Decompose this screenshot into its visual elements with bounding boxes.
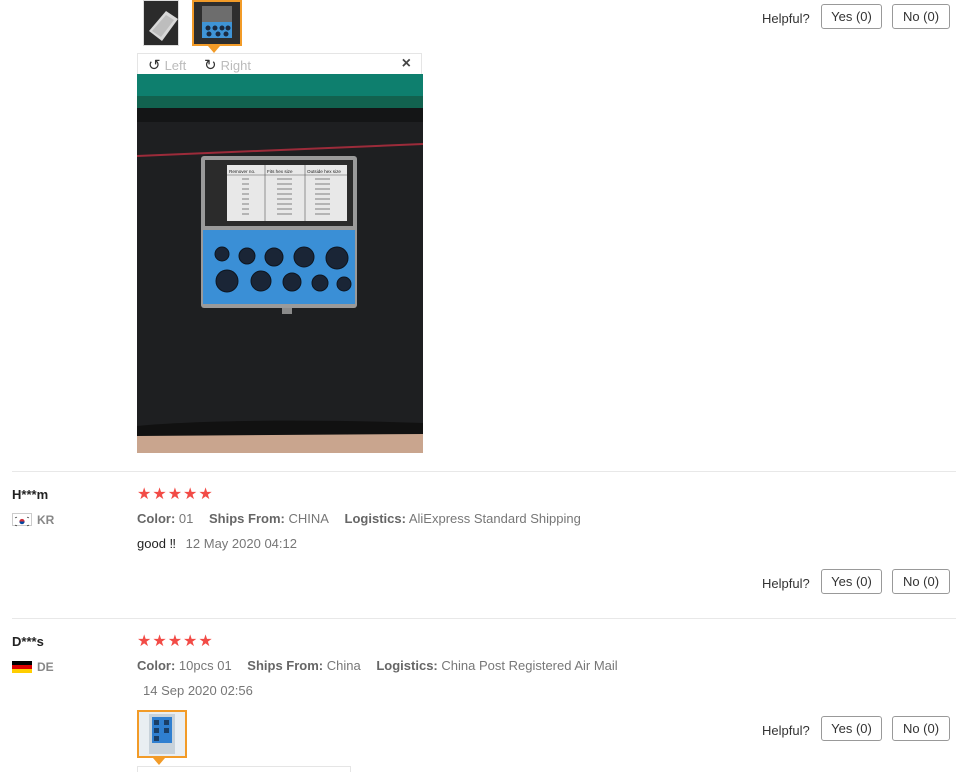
rotate-right-icon: ↻: [204, 57, 217, 74]
helpful-label: Helpful?: [762, 723, 810, 738]
review-separator: [12, 471, 956, 472]
reviewer-name: H***m: [12, 487, 49, 502]
logistics-value: AliExpress Standard Shipping: [408, 511, 581, 526]
review-photo-thumb-2[interactable]: [192, 0, 242, 46]
rotate-left-button[interactable]: ↺ Left: [148, 56, 186, 74]
active-thumb-caret: [208, 46, 220, 53]
ships-from-value: China: [326, 658, 361, 673]
helpful-no-button[interactable]: No (0): [892, 4, 950, 29]
flag-de-icon: [12, 660, 32, 673]
color-value: 01: [178, 511, 194, 526]
review-date: 12 May 2020 04:12: [185, 536, 297, 551]
helpful-label: Helpful?: [762, 11, 810, 26]
image-viewer-toolbar: ↺ Left ↻ Right ×: [137, 53, 422, 75]
logistics-label: Logistics:: [344, 511, 406, 526]
ships-from-label: Ships From:: [247, 658, 324, 673]
review-content: 14 Sep 2020 02:56: [137, 683, 253, 698]
review-date: 14 Sep 2020 02:56: [143, 683, 253, 698]
review-photo-thumb-1[interactable]: [143, 0, 179, 46]
review-attributes: Color: 01 Ships From: CHINA Logistics: A…: [137, 511, 581, 526]
ships-from-value: CHINA: [288, 511, 329, 526]
reviewer-name: D***s: [12, 634, 44, 649]
review-text: good ‼: [137, 536, 177, 551]
review-attributes: Color: 10pcs 01 Ships From: China Logist…: [137, 658, 618, 673]
reviewer-country: DE: [37, 660, 54, 674]
thumb-photo-1: [139, 712, 185, 756]
rotate-left-icon: ↺: [148, 57, 161, 74]
rotate-right-button[interactable]: ↻ Right: [204, 56, 251, 74]
review-photo-large: Remover no. Fits hex size Outside hex si…: [137, 74, 423, 453]
review-separator: [12, 618, 956, 619]
helpful-yes-button[interactable]: Yes (0): [821, 569, 882, 594]
logistics-label: Logistics:: [376, 658, 438, 673]
thumb-photo-2: [194, 2, 240, 44]
star-rating: ★★★★★: [137, 633, 214, 650]
photo-tool-set: Remover no. Fits hex size Outside hex si…: [137, 74, 423, 453]
helpful-no-button[interactable]: No (0): [892, 569, 950, 594]
review-content: good ‼ 12 May 2020 04:12: [137, 536, 297, 551]
helpful-yes-button[interactable]: Yes (0): [821, 716, 882, 741]
close-icon[interactable]: ×: [402, 55, 411, 73]
star-rating: ★★★★★: [137, 486, 214, 503]
flag-kr-icon: [12, 513, 32, 527]
color-label: Color:: [137, 658, 176, 673]
ships-from-label: Ships From:: [209, 511, 285, 526]
color-value: 10pcs 01: [178, 658, 232, 673]
photo-table-header-2: Fits hex size: [267, 169, 293, 174]
photo-table-header-3: Outside hex size: [307, 169, 341, 174]
color-label: Color:: [137, 511, 176, 526]
logistics-value: China Post Registered Air Mail: [441, 658, 618, 673]
helpful-label: Helpful?: [762, 576, 810, 591]
rotate-right-label: Right: [220, 57, 251, 73]
rotate-left-label: Left: [164, 57, 187, 73]
reviewer-country: KR: [37, 513, 55, 527]
active-thumb-caret: [153, 758, 165, 765]
helpful-no-button[interactable]: No (0): [892, 716, 950, 741]
review-photo-thumb-1[interactable]: [137, 710, 187, 758]
thumb-photo-1: [144, 1, 178, 45]
image-viewer-toolbar: [137, 766, 351, 772]
helpful-yes-button[interactable]: Yes (0): [821, 4, 882, 29]
photo-table-header-1: Remover no.: [229, 169, 255, 174]
